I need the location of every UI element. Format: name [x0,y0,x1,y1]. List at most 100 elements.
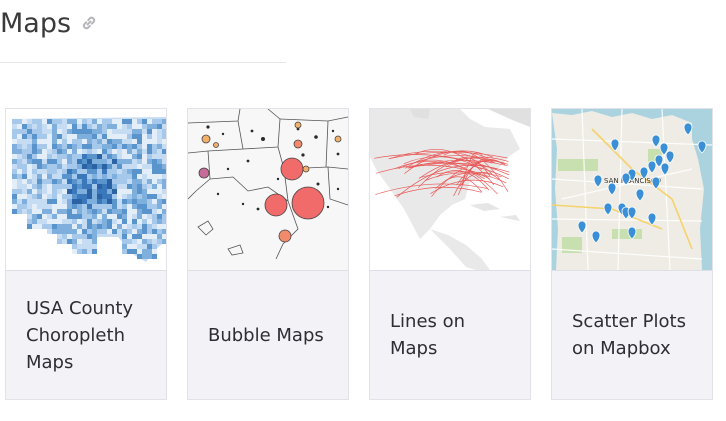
choropleth-cell [32,214,37,219]
choropleth-cell [117,134,122,139]
choropleth-cell [142,174,147,179]
choropleth-cell [32,199,37,204]
choropleth-cell [122,244,127,249]
choropleth-cell [102,164,107,169]
card-lines-on-maps[interactable]: Lines on Maps [369,108,531,400]
choropleth-cell [107,169,112,174]
choropleth-cell [62,124,67,129]
choropleth-cell [52,169,57,174]
choropleth-cell [87,149,92,154]
choropleth-cell [22,159,27,164]
choropleth-cell [17,169,22,174]
choropleth-cell [142,159,147,164]
card-bubble-maps[interactable]: Bubble Maps [187,108,349,400]
card-scatter-mapbox[interactable]: SAN FRANCISCO Scatter Plots on Mapbox [551,108,713,400]
choropleth-cell [47,129,52,134]
choropleth-cell [142,169,147,174]
choropleth-cell [117,189,122,194]
choropleth-cell [142,124,147,129]
choropleth-cell [32,144,37,149]
choropleth-cell [67,224,72,229]
choropleth-cell [117,209,122,214]
choropleth-cell [127,234,132,239]
choropleth-cell [77,179,82,184]
choropleth-cell [77,199,82,204]
choropleth-cell [92,204,97,209]
choropleth-cell [142,164,147,169]
choropleth-cell [92,229,97,234]
choropleth-cell [27,169,32,174]
choropleth-cell [147,154,152,159]
choropleth-cell [112,134,117,139]
choropleth-cell [92,199,97,204]
choropleth-cell [37,134,42,139]
card-label: Bubble Maps [208,324,324,346]
choropleth-cell [122,249,127,254]
choropleth-cell [162,189,166,194]
choropleth-cell [42,164,47,169]
choropleth-cell [27,189,32,194]
choropleth-cell [117,159,122,164]
choropleth-cell [137,179,142,184]
choropleth-cell [57,179,62,184]
choropleth-cell [57,154,62,159]
choropleth-cell [142,249,147,254]
choropleth-cell [47,219,52,224]
choropleth-cell [27,154,32,159]
choropleth-cell [47,224,52,229]
choropleth-cell [157,194,162,199]
choropleth-cell [77,189,82,194]
choropleth-cell [87,139,92,144]
choropleth-cell [42,219,47,224]
choropleth-cell [137,134,142,139]
choropleth-cell [72,144,77,149]
choropleth-cell [127,139,132,144]
choropleth-cell [17,184,22,189]
choropleth-cell [102,204,107,209]
choropleth-cell [132,229,137,234]
choropleth-cell [77,154,82,159]
choropleth-cell [152,184,157,189]
choropleth-cell [97,219,102,224]
choropleth-cell [52,229,57,234]
choropleth-cell [67,199,72,204]
choropleth-cell [102,144,107,149]
choropleth-cell [12,174,17,179]
choropleth-cell [137,199,142,204]
choropleth-cell [112,174,117,179]
choropleth-cell [22,139,27,144]
choropleth-cell [82,134,87,139]
choropleth-cell [157,144,162,149]
header-divider [0,62,286,63]
choropleth-cell [142,219,147,224]
card-usa-county-choropleth[interactable]: USA County Choropleth Maps [5,108,167,400]
choropleth-cell [157,169,162,174]
choropleth-cell [12,164,17,169]
choropleth-cell [77,159,82,164]
choropleth-cell [27,164,32,169]
choropleth-cell [147,219,152,224]
choropleth-cell [72,179,77,184]
choropleth-cell [132,164,137,169]
choropleth-cell [67,119,72,124]
choropleth-cell [157,179,162,184]
choropleth-cell [147,129,152,134]
choropleth-cell [77,134,82,139]
choropleth-cell [122,144,127,149]
choropleth-cell [97,134,102,139]
choropleth-cell [67,219,72,224]
choropleth-cell [102,159,107,164]
choropleth-cell [72,209,77,214]
choropleth-cell [77,194,82,199]
choropleth-cell [97,154,102,159]
link-icon[interactable] [79,13,99,38]
choropleth-cell [102,129,107,134]
choropleth-cell [122,229,127,234]
choropleth-cell [112,149,117,154]
choropleth-cell [127,249,132,254]
choropleth-cell [157,224,162,229]
choropleth-cell [152,194,157,199]
choropleth-cell [62,234,67,239]
choropleth-cell [32,119,37,124]
choropleth-cell [102,149,107,154]
